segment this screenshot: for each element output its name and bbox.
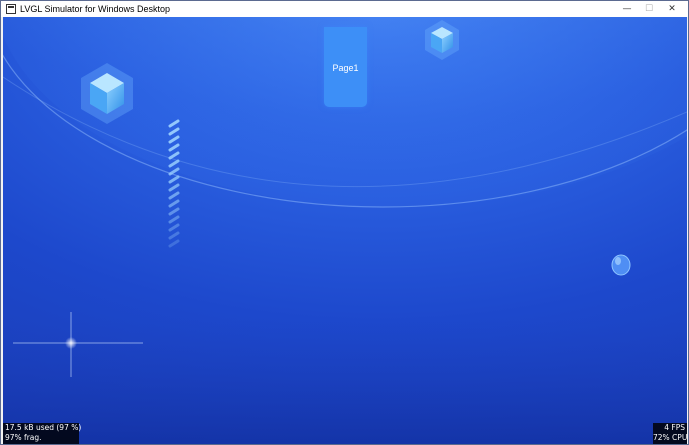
maximize-button[interactable]: ☐ — [638, 1, 660, 17]
orb-icon — [611, 254, 631, 276]
memory-used-text: 17.5 kB used (97 %) — [5, 423, 82, 432]
close-button[interactable]: ✕ — [661, 1, 683, 17]
page1-button[interactable]: Page1 — [324, 27, 367, 107]
lvgl-display[interactable]: Page1 17.5 kB used (97 %) 97% frag. 4 FP… — [3, 17, 687, 444]
page1-button-label: Page1 — [332, 63, 359, 73]
window-title: LVGL Simulator for Windows Desktop — [20, 4, 171, 14]
memory-monitor: 17.5 kB used (97 %) 97% frag. — [3, 423, 82, 444]
cpu-text: 72% CPU — [653, 433, 687, 442]
performance-monitor: 4 FPS 72% CPU — [653, 423, 687, 444]
fragmentation-text: 97% frag. — [5, 433, 42, 442]
minimize-button[interactable]: — — [616, 1, 638, 17]
floor-shade — [3, 317, 687, 444]
app-icon — [6, 4, 16, 14]
fps-text: 4 FPS — [664, 423, 685, 432]
simulator-window: LVGL Simulator for Windows Desktop — ☐ ✕ — [0, 0, 689, 445]
title-bar[interactable]: LVGL Simulator for Windows Desktop — ☐ ✕ — [1, 1, 688, 17]
